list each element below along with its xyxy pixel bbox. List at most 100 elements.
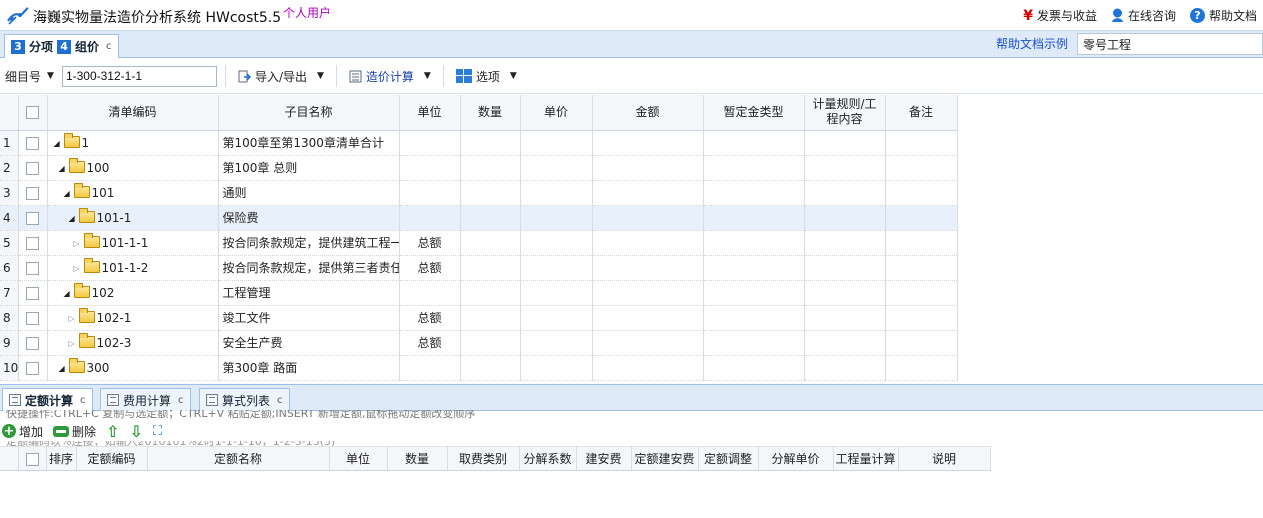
select-all-header[interactable] bbox=[18, 446, 47, 471]
quantity-cell[interactable] bbox=[460, 255, 521, 281]
column-header[interactable]: 单位 bbox=[399, 95, 461, 131]
remark-cell[interactable] bbox=[885, 330, 958, 356]
column-header[interactable]: 定额编码 bbox=[76, 446, 148, 471]
unit-cell[interactable] bbox=[399, 130, 461, 156]
column-header[interactable]: 子目名称 bbox=[218, 95, 400, 131]
quantity-cell[interactable] bbox=[460, 330, 521, 356]
measure-rule-cell[interactable] bbox=[804, 130, 886, 156]
bill-code-cell[interactable]: ◢ 100 bbox=[47, 155, 219, 181]
expanded-triangle-icon[interactable]: ◢ bbox=[64, 289, 74, 298]
column-header[interactable]: 定额名称 bbox=[147, 446, 330, 471]
row-checkbox-cell[interactable] bbox=[18, 330, 48, 356]
expanded-triangle-icon[interactable]: ◢ bbox=[59, 364, 69, 373]
remark-cell[interactable] bbox=[885, 305, 958, 331]
remark-cell[interactable] bbox=[885, 130, 958, 156]
column-header[interactable]: 清单编码 bbox=[47, 95, 219, 131]
select-all-header[interactable] bbox=[18, 95, 48, 131]
row-checkbox-cell[interactable] bbox=[18, 355, 48, 381]
amount-cell[interactable] bbox=[592, 280, 704, 306]
unit-price-cell[interactable] bbox=[520, 180, 593, 206]
bill-code-cell[interactable]: ◢ 101-1 bbox=[47, 205, 219, 231]
row-checkbox[interactable] bbox=[26, 361, 39, 375]
expanded-triangle-icon[interactable]: ◢ bbox=[69, 214, 79, 223]
quantity-cell[interactable] bbox=[460, 130, 521, 156]
tab-item-pricing[interactable]: 3 分项 4 组价 c bbox=[4, 34, 119, 58]
measure-rule-cell[interactable] bbox=[804, 280, 886, 306]
row-checkbox-cell[interactable] bbox=[18, 155, 48, 181]
move-up-button[interactable]: ⇧ bbox=[106, 422, 119, 441]
item-name-cell[interactable]: 第100章 总则 bbox=[218, 155, 400, 181]
quantity-cell[interactable] bbox=[460, 355, 521, 381]
item-name-cell[interactable]: 通则 bbox=[218, 180, 400, 206]
column-header[interactable]: 定额建安费 bbox=[631, 446, 699, 471]
item-name-cell[interactable]: 按合同条款规定，提供第三者责任 bbox=[218, 255, 400, 281]
column-header[interactable]: 金额 bbox=[592, 95, 704, 131]
row-checkbox[interactable] bbox=[26, 311, 39, 325]
remark-cell[interactable] bbox=[885, 155, 958, 181]
provisional-type-cell[interactable] bbox=[703, 355, 805, 381]
column-header[interactable]: 单价 bbox=[520, 95, 593, 131]
project-name-field[interactable]: 零号工程 bbox=[1077, 33, 1263, 55]
unit-cell[interactable]: 总额 bbox=[399, 330, 461, 356]
item-name-cell[interactable]: 工程管理 bbox=[218, 280, 400, 306]
refresh-icon[interactable]: c bbox=[80, 395, 86, 406]
table-row[interactable]: 5 ▷ 101-1-1 按合同条款规定，提供建筑工程一 总额 bbox=[0, 230, 958, 256]
detail-number-input[interactable] bbox=[61, 65, 217, 87]
item-name-cell[interactable]: 第300章 路面 bbox=[218, 355, 400, 381]
unit-cell[interactable] bbox=[399, 205, 461, 231]
tab-fee-calc[interactable]: 费用计算 c bbox=[100, 388, 191, 411]
column-header[interactable]: 建安费 bbox=[576, 446, 632, 471]
row-checkbox-cell[interactable] bbox=[18, 280, 48, 306]
bill-code-cell[interactable]: ◢ 101 bbox=[47, 180, 219, 206]
remark-cell[interactable] bbox=[885, 355, 958, 381]
bill-code-cell[interactable]: ▷ 102-1 bbox=[47, 305, 219, 331]
select-all-checkbox[interactable] bbox=[26, 105, 39, 119]
amount-cell[interactable] bbox=[592, 255, 704, 281]
collapsed-triangle-icon[interactable]: ▷ bbox=[74, 239, 84, 248]
refresh-icon[interactable]: c bbox=[106, 41, 112, 52]
row-checkbox[interactable] bbox=[26, 186, 39, 200]
provisional-type-cell[interactable] bbox=[703, 330, 805, 356]
row-checkbox[interactable] bbox=[26, 136, 39, 150]
unit-cell[interactable]: 总额 bbox=[399, 305, 461, 331]
provisional-type-cell[interactable] bbox=[703, 305, 805, 331]
column-header[interactable]: 排序 bbox=[46, 446, 77, 471]
provisional-type-cell[interactable] bbox=[703, 230, 805, 256]
expanded-triangle-icon[interactable]: ◢ bbox=[54, 139, 64, 148]
refresh-icon[interactable]: c bbox=[277, 395, 283, 406]
unit-price-cell[interactable] bbox=[520, 205, 593, 231]
item-name-cell[interactable]: 竣工文件 bbox=[218, 305, 400, 331]
remark-cell[interactable] bbox=[885, 255, 958, 281]
bill-code-cell[interactable]: ◢ 102 bbox=[47, 280, 219, 306]
column-header[interactable]: 暂定金类型 bbox=[703, 95, 805, 131]
unit-price-cell[interactable] bbox=[520, 255, 593, 281]
table-row[interactable]: 3 ◢ 101 通则 bbox=[0, 180, 958, 206]
column-header[interactable]: 说明 bbox=[898, 446, 991, 471]
row-checkbox-cell[interactable] bbox=[18, 255, 48, 281]
expanded-triangle-icon[interactable]: ◢ bbox=[64, 189, 74, 198]
table-row[interactable]: 2 ◢ 100 第100章 总则 bbox=[0, 155, 958, 181]
quantity-cell[interactable] bbox=[460, 180, 521, 206]
unit-cell[interactable] bbox=[399, 280, 461, 306]
table-row[interactable]: 1 ◢ 1 第100章至第1300章清单合计 bbox=[0, 130, 958, 156]
measure-rule-cell[interactable] bbox=[804, 155, 886, 181]
row-checkbox-cell[interactable] bbox=[18, 180, 48, 206]
column-header[interactable]: 备注 bbox=[885, 95, 958, 131]
remark-cell[interactable] bbox=[885, 230, 958, 256]
measure-rule-cell[interactable] bbox=[804, 330, 886, 356]
unit-price-cell[interactable] bbox=[520, 330, 593, 356]
column-header[interactable]: 定额调整 bbox=[698, 446, 759, 471]
select-all-checkbox[interactable] bbox=[25, 452, 39, 466]
amount-cell[interactable] bbox=[592, 130, 704, 156]
amount-cell[interactable] bbox=[592, 305, 704, 331]
item-name-cell[interactable]: 安全生产费 bbox=[218, 330, 400, 356]
provisional-type-cell[interactable] bbox=[703, 180, 805, 206]
help-doc-example-link[interactable]: 帮助文档示例 bbox=[996, 35, 1068, 52]
item-name-cell[interactable]: 第100章至第1300章清单合计 bbox=[218, 130, 400, 156]
table-row[interactable]: 10 ◢ 300 第300章 路面 bbox=[0, 355, 958, 381]
bill-code-cell[interactable]: ▷ 102-3 bbox=[47, 330, 219, 356]
import-export-button[interactable]: 导入/导出 ▼ bbox=[234, 68, 328, 85]
add-button[interactable]: + 增加 bbox=[2, 423, 43, 440]
unit-price-cell[interactable] bbox=[520, 155, 593, 181]
options-button[interactable]: 选项 ▼ bbox=[452, 68, 521, 85]
